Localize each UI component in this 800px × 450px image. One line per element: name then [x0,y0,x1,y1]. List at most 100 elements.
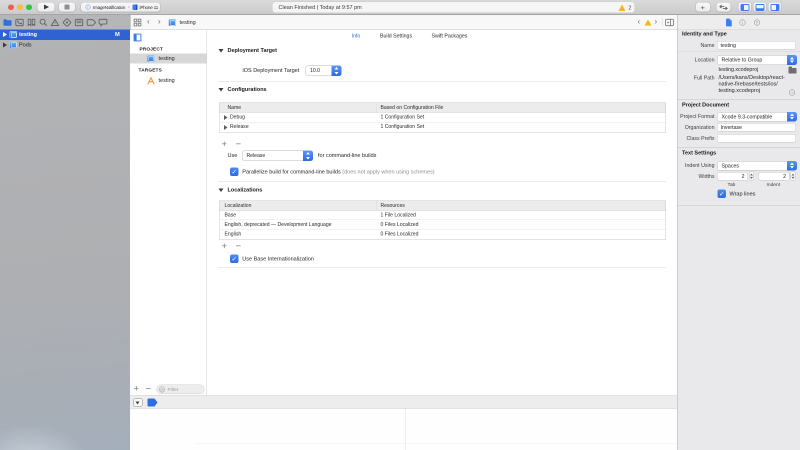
warning-count[interactable]: 2 [629,5,632,10]
find-navigator-icon[interactable] [39,19,48,27]
warning-icon[interactable] [619,4,626,11]
test-navigator-icon[interactable] [63,19,72,27]
device-icon [133,5,138,11]
group-divider [678,52,800,53]
tab-width-stepper[interactable] [749,172,754,181]
app-target-icon [147,76,156,85]
disclosure-triangle-icon[interactable] [224,115,228,120]
source-control-navigator-icon[interactable] [15,19,24,27]
column-header-localization[interactable]: Localization [225,203,252,208]
toggle-debug-area-button[interactable] [753,2,767,12]
toggle-navigator-button[interactable] [738,2,752,12]
remove-localization-button[interactable]: − [236,242,242,252]
scheme-selector[interactable]: i ImageNotification › iPhone 11 [81,2,161,12]
toggle-inspector-button[interactable] [768,2,782,12]
tab-build-settings[interactable]: Build Settings [380,34,412,39]
add-localization-button[interactable]: + [222,242,228,252]
debug-area-divider[interactable] [405,409,406,450]
navigator-item-pods[interactable]: Pods [0,40,130,50]
table-row-debug[interactable]: Debug 1 Configuration Set [220,113,666,123]
breakpoints-toggle-button[interactable] [148,399,158,407]
disclosure-triangle-icon[interactable] [224,125,228,130]
previous-issue-button[interactable]: ‹ [638,18,641,26]
filter-field[interactable]: ◎ Filter [157,385,205,395]
forward-button[interactable]: › [158,18,161,26]
toggle-project-list-icon[interactable] [134,34,142,42]
quick-help-inspector-tab-icon[interactable]: ? [754,20,760,26]
project-list-item-testing[interactable]: testing [130,54,207,64]
target-list-item-testing[interactable]: testing [130,76,207,86]
indent-using-dropdown[interactable]: Spaces [717,161,797,171]
report-navigator-icon[interactable] [98,19,107,27]
project-format-dropdown[interactable]: Xcode 9.3-compatible [717,112,797,122]
section-separator [218,182,666,183]
tab-width-field[interactable]: 2 [717,172,748,181]
identity-section-title: Identity and Type [682,32,727,38]
run-button[interactable] [37,2,55,12]
table-row-release[interactable]: Release 1 Configuration Set [220,122,666,132]
play-icon [44,5,49,10]
library-button[interactable]: + [696,2,711,12]
debug-navigator-icon[interactable] [74,19,83,27]
zoom-window-button[interactable] [26,4,32,10]
indent-width-stepper[interactable] [791,172,796,181]
issue-navigator-icon[interactable] [51,19,60,27]
tab-info[interactable]: Info [352,34,361,39]
table-row-base[interactable]: Base 1 File Localized [220,211,666,221]
file-inspector-tab-icon[interactable] [725,18,733,27]
path-line: native-firebase/tests/ios/ [719,81,778,87]
indent-width-field[interactable]: 2 [759,172,790,181]
dropdown-value: Relative to Group [722,58,763,63]
back-button[interactable]: ‹ [147,18,150,26]
next-issue-button[interactable]: › [655,18,658,26]
add-configuration-button[interactable]: + [222,140,228,150]
base-internationalization-checkbox[interactable]: ✓ [230,255,239,264]
project-navigator-icon[interactable] [3,19,12,27]
name-field[interactable]: testing [717,41,796,50]
code-review-button[interactable] [716,2,731,12]
dropdown-arrows-icon [787,112,797,122]
column-divider[interactable] [377,103,378,112]
section-disclosure-icon[interactable] [219,189,224,193]
disclosure-triangle-icon[interactable] [3,32,7,37]
section-disclosure-icon[interactable] [219,49,224,53]
wrap-lines-checkbox[interactable]: ✓ [718,190,727,199]
remove-configuration-button[interactable]: − [236,140,242,150]
jump-bar-file[interactable]: testing [180,20,196,26]
section-deployment-target: Deployment Target [228,48,277,54]
table-row-english-deprecated[interactable]: English, deprecated — Development Langua… [220,220,666,230]
breakpoint-navigator-icon[interactable] [86,19,96,26]
parallelize-checkbox[interactable]: ✓ [230,168,239,177]
tab-swift-packages[interactable]: Swift Packages [432,34,468,39]
issue-warning-icon [645,19,652,25]
add-editor-icon[interactable] [665,19,674,27]
remove-target-button[interactable]: − [146,384,152,394]
section-disclosure-icon[interactable] [219,88,224,92]
class-prefix-field[interactable] [717,134,796,143]
related-items-icon[interactable] [134,19,142,27]
column-header-name[interactable]: Name [228,105,242,110]
project-list-divider[interactable] [207,30,208,396]
column-header-file[interactable]: Based on Configuration File [381,105,444,110]
navigator-item-testing[interactable]: testing M [0,30,130,40]
column-divider[interactable] [377,201,378,210]
stop-button[interactable] [59,2,76,12]
hide-debug-area-button[interactable] [134,399,143,407]
disclosure-triangle-icon[interactable] [3,42,7,47]
configuration-name: Debug [230,115,245,120]
organization-field[interactable]: Invertase [717,123,796,132]
history-inspector-tab-icon[interactable]: i [739,20,745,26]
project-format-label: Project Format [678,114,715,119]
minimize-window-button[interactable] [17,4,23,10]
column-header-resources[interactable]: Resources [381,203,405,208]
text-settings-section-title: Text Settings [682,151,716,157]
ios-deployment-target-dropdown[interactable]: 10.0 [306,66,342,77]
command-line-configuration-dropdown[interactable]: Release [242,151,313,162]
table-row-english[interactable]: English 0 Files Localized [220,230,666,240]
add-target-button[interactable]: + [134,384,140,394]
close-window-button[interactable] [8,4,14,10]
symbol-navigator-icon[interactable] [27,19,36,27]
location-dropdown[interactable]: Relative to Group [717,55,797,65]
reveal-arrow-icon[interactable]: → [789,90,795,96]
folder-icon[interactable] [789,68,797,74]
